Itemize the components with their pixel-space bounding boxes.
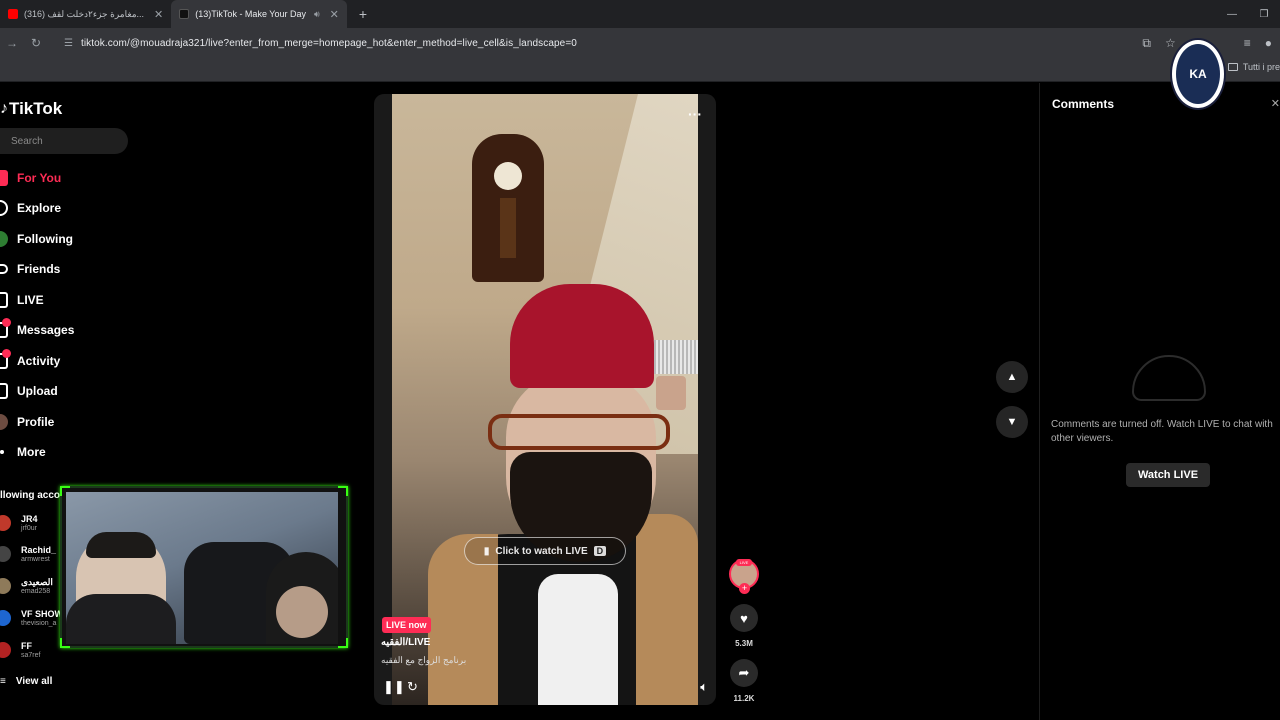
compass-icon	[0, 200, 8, 216]
new-tab-button[interactable]: +	[359, 6, 367, 22]
bookmark-star-icon[interactable]: ☆	[1165, 36, 1176, 50]
volume-icon[interactable]: 🔈︎	[700, 679, 708, 695]
youtube-icon	[8, 9, 18, 19]
more-options-icon[interactable]: ···	[688, 106, 702, 122]
view-all-link[interactable]: ≡ View all	[0, 676, 52, 687]
close-icon[interactable]: ✕	[330, 8, 339, 21]
url-field[interactable]: ☰ tiktok.com/@mouadraja321/live?enter_fr…	[56, 31, 1106, 55]
nav-activity[interactable]: Activity	[0, 349, 60, 373]
avatar	[0, 546, 11, 562]
streamer-right	[266, 552, 338, 644]
live-icon	[0, 292, 8, 308]
bookmarks-bar: Tutti i pre	[0, 58, 1280, 82]
live-host	[428, 284, 698, 705]
webcam-overlay	[60, 486, 348, 648]
site-info-icon[interactable]: ☰	[64, 38, 73, 49]
heart-icon[interactable]: ♥	[730, 604, 758, 632]
browser-tab-tiktok[interactable]: (13)TikTok - Make Your Day 🔊︎ ✕	[171, 0, 347, 28]
share-count: 11.2K	[733, 694, 755, 703]
close-icon[interactable]: ✕	[154, 8, 163, 21]
creator-avatar[interactable]: LIVE +	[729, 559, 759, 594]
forward-icon[interactable]: →	[0, 36, 24, 50]
nav-messages[interactable]: Messages	[0, 318, 74, 342]
home-icon	[0, 170, 8, 186]
speaker-icon[interactable]: 🔊︎	[314, 9, 320, 20]
nav-live[interactable]: LIVE	[0, 288, 44, 312]
refresh-icon[interactable]: ↻	[407, 679, 418, 695]
reload-icon[interactable]: ↻	[24, 36, 48, 50]
url-text: tiktok.com/@mouadraja321/live?enter_from…	[80, 37, 577, 49]
window-controls: — ❐	[1216, 0, 1280, 28]
maximize-icon[interactable]: ❐	[1248, 9, 1280, 20]
profile-avatar-icon	[0, 414, 8, 430]
live-description: برنامج الزواج مع الفقيه	[381, 655, 467, 665]
comments-off-illustration-icon	[1132, 355, 1206, 401]
click-to-watch-live-button[interactable]: ▮ Click to watch LIVE D	[464, 537, 626, 565]
signal-icon: ▮	[483, 545, 490, 557]
live-username[interactable]: الفقيه/LIVE	[381, 637, 430, 648]
share-icon[interactable]: ➦	[730, 659, 758, 687]
minimize-icon[interactable]: —	[1216, 9, 1248, 20]
avatar	[0, 515, 11, 531]
upload-icon	[0, 383, 8, 399]
all-bookmarks-folder[interactable]: Tutti i pre	[1227, 62, 1280, 72]
tiktok-logo[interactable]: ♪ TikTok	[0, 99, 62, 119]
live-now-badge[interactable]: LIVE now	[382, 617, 431, 633]
previous-video-button[interactable]: ▲	[996, 361, 1028, 393]
friends-icon	[0, 264, 8, 274]
wall-clock	[472, 134, 544, 282]
tab-label: (316) مغامرة جزء٢دخلت لقف...	[24, 8, 145, 19]
live-tag: LIVE	[736, 559, 752, 566]
tiktok-note-icon: ♪	[0, 100, 8, 117]
search-input[interactable]: Search	[0, 128, 128, 154]
avatar	[0, 610, 11, 626]
nav-explore[interactable]: Explore	[0, 196, 61, 220]
next-video-button[interactable]: ▼	[996, 406, 1028, 438]
chevron-up-icon: ▲	[1006, 371, 1018, 383]
watch-live-button[interactable]: Watch LIVE	[1126, 463, 1210, 487]
nav-friends[interactable]: Friends	[0, 257, 60, 281]
streamer-left	[66, 532, 176, 644]
live-video-player[interactable]: ··· ▮ Click to watch LIVE D LIVE now الف…	[374, 94, 716, 705]
following-accounts-title: llowing acco	[0, 490, 61, 501]
address-bar: → ↻ ☰ tiktok.com/@mouadraja321/live?ente…	[0, 28, 1280, 58]
pause-icon[interactable]: ❚❚	[383, 679, 405, 695]
chevron-down-icon: ▼	[1006, 416, 1018, 428]
folder-icon	[1227, 63, 1238, 71]
tab-label: (13)TikTok - Make Your Day	[195, 9, 306, 19]
nav-profile[interactable]: Profile	[0, 410, 54, 434]
comments-panel: Comments ✕ Comments are turned off. Watc…	[1039, 83, 1280, 720]
install-app-icon[interactable]: ⧉	[1142, 36, 1151, 51]
browser-tab-youtube[interactable]: (316) مغامرة جزء٢دخلت لقف... ✕	[0, 0, 171, 28]
nav-for-you[interactable]: For You	[0, 166, 61, 190]
profile-icon[interactable]: ●	[1265, 36, 1272, 50]
comments-off-message: Comments are turned off. Watch LIVE to c…	[1051, 419, 1273, 444]
notification-dot	[2, 318, 11, 327]
like-action[interactable]: ♥ 5.3M	[729, 604, 759, 648]
tiktok-icon	[179, 9, 190, 19]
list-icon: ≡	[0, 676, 6, 687]
nav-following[interactable]: Following	[0, 227, 73, 251]
live-video-frame	[392, 94, 698, 705]
notification-dot	[2, 349, 11, 358]
more-icon	[0, 450, 4, 454]
browser-tab-bar: (316) مغامرة جزء٢دخلت لقف... ✕ (13)TikTo…	[0, 0, 1280, 28]
follow-plus-icon[interactable]: +	[739, 583, 750, 594]
reading-list-icon[interactable]: ≡	[1244, 36, 1251, 50]
nav-upload[interactable]: Upload	[0, 379, 58, 403]
avatar	[0, 642, 11, 658]
share-action[interactable]: ➦ 11.2K	[729, 659, 759, 703]
avatar	[0, 578, 11, 594]
nav-more[interactable]: More	[0, 440, 46, 464]
webcam-feed	[66, 492, 338, 644]
like-count: 5.3M	[735, 639, 753, 648]
comments-title: Comments	[1052, 97, 1115, 111]
close-icon[interactable]: ✕	[1271, 97, 1280, 110]
following-avatar-icon	[0, 231, 8, 247]
